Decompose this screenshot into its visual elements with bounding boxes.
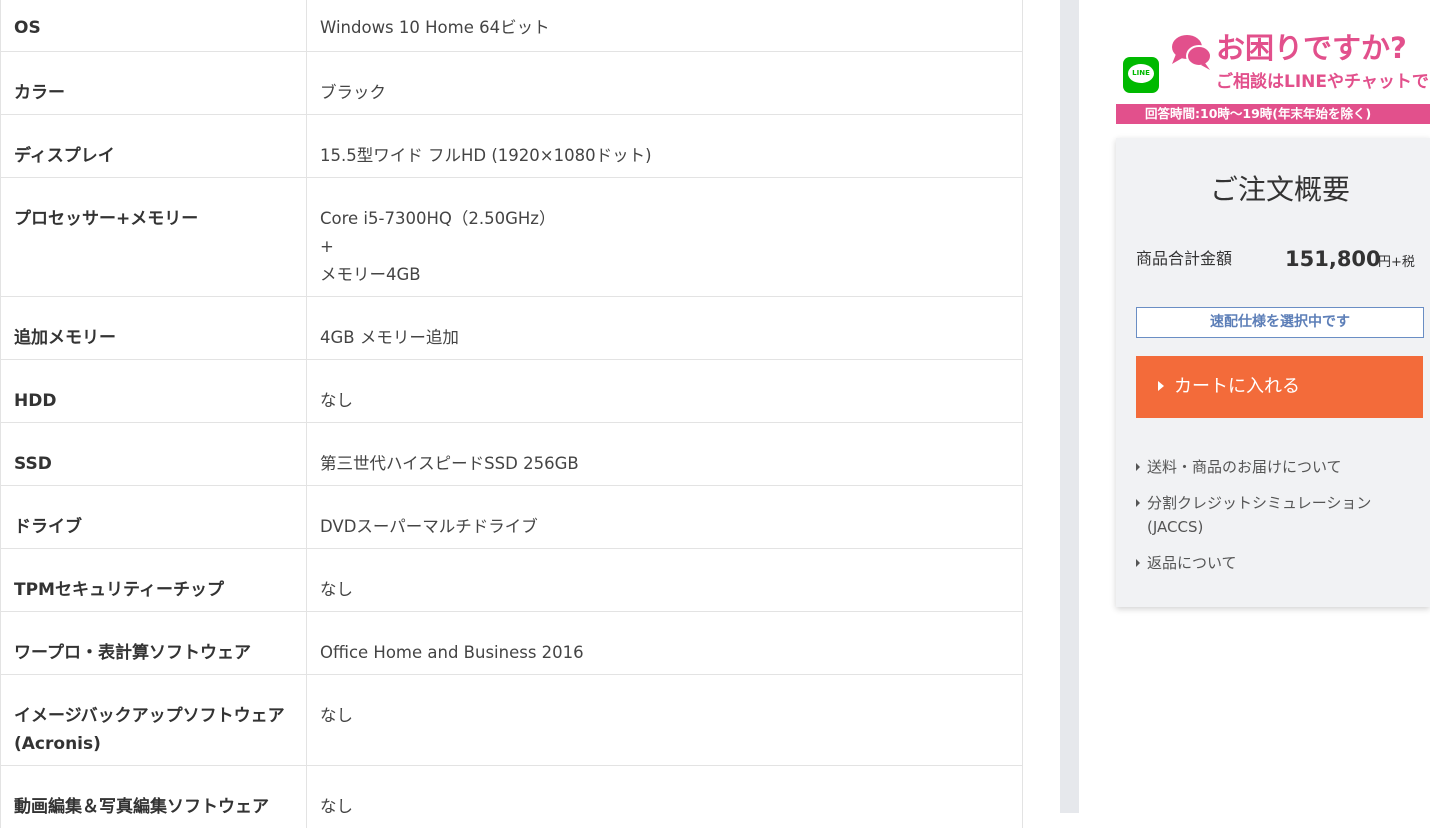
spec-label: イメージバックアップソフトウェア(Acronis) — [1, 675, 307, 765]
spec-value-line: なし — [320, 797, 353, 816]
spec-value-line: なし — [320, 391, 353, 410]
spec-label: SSD — [1, 423, 307, 485]
spec-label: 追加メモリー — [1, 297, 307, 359]
spec-row-extra-memory: 追加メモリー 4GB メモリー追加 — [1, 297, 1022, 360]
returns-info-link[interactable]: 返品について — [1136, 551, 1416, 575]
spec-row-hdd: HDD なし — [1, 360, 1022, 423]
spec-row-backup: イメージバックアップソフトウェア(Acronis) なし — [1, 675, 1022, 766]
add-to-cart-label: カートに入れる — [1174, 376, 1300, 397]
spec-row-drive: ドライブ DVDスーパーマルチドライブ — [1, 486, 1022, 549]
spec-row-processor: プロセッサー+メモリー Core i5-7300HQ（2.50GHz） + メモ… — [1, 178, 1022, 297]
spec-value: なし — [307, 549, 1022, 611]
order-summary-panel: ご注文概要 商品合計金額 151,800 円+税 速配仕様を選択中です カートに… — [1116, 138, 1430, 607]
caret-right-icon — [1136, 463, 1140, 471]
banner-hours: 回答時間:10時～19時(年末年始を除く) — [1116, 104, 1430, 124]
spec-value-line: なし — [320, 706, 353, 725]
spec-row-office: ワープロ・表計算ソフトウェア Office Home and Business … — [1, 612, 1022, 675]
total-label: 商品合計金額 — [1136, 249, 1233, 268]
spec-value-line: 4GB メモリー追加 — [320, 328, 459, 347]
spec-value: 4GB メモリー追加 — [307, 297, 1022, 359]
spec-label: ワープロ・表計算ソフトウェア — [1, 612, 307, 674]
spec-value-line: 第三世代ハイスピードSSD 256GB — [320, 454, 579, 473]
spec-row-color: カラー ブラック — [1, 52, 1022, 115]
express-spec-status[interactable]: 速配仕様を選択中です — [1136, 307, 1424, 338]
spec-table: OS Windows 10 Home 64ビット カラー ブラック ディスプレイ… — [0, 0, 1023, 828]
spec-value: Office Home and Business 2016 — [307, 612, 1022, 674]
spec-label: カラー — [1, 52, 307, 114]
spec-row-ssd: SSD 第三世代ハイスピードSSD 256GB — [1, 423, 1022, 486]
caret-right-icon — [1136, 559, 1140, 567]
spec-row-os: OS Windows 10 Home 64ビット — [1, 0, 1022, 52]
spec-row-tpm: TPMセキュリティーチップ なし — [1, 549, 1022, 612]
chat-bubbles-icon — [1172, 35, 1212, 70]
link-label: 返品について — [1147, 554, 1237, 572]
add-to-cart-button[interactable]: カートに入れる — [1136, 356, 1423, 418]
spec-label: ディスプレイ — [1, 115, 307, 177]
spec-value: 第三世代ハイスピードSSD 256GB — [307, 423, 1022, 485]
total-price: 151,800 — [1285, 247, 1381, 271]
spec-value: Core i5-7300HQ（2.50GHz） + メモリー4GB — [307, 178, 1022, 296]
line-logo-icon: LINE — [1123, 57, 1159, 93]
spec-value: DVDスーパーマルチドライブ — [307, 486, 1022, 548]
spec-value: ブラック — [307, 52, 1022, 114]
arrow-right-icon — [1158, 381, 1164, 391]
link-label: 分割クレジットシミュレーション(JACCS) — [1147, 494, 1372, 536]
spec-value-line: Core i5-7300HQ（2.50GHz） — [320, 209, 556, 228]
spec-label: TPMセキュリティーチップ — [1, 549, 307, 611]
spec-value-line: なし — [320, 580, 353, 599]
spec-label: OS — [1, 0, 307, 51]
caret-right-icon — [1136, 499, 1140, 507]
shipping-info-link[interactable]: 送料・商品のお届けについて — [1136, 455, 1416, 479]
banner-headline: お困りですか? — [1216, 31, 1407, 65]
spec-label: HDD — [1, 360, 307, 422]
spec-value-line: DVDスーパーマルチドライブ — [320, 517, 538, 536]
spec-value: なし — [307, 766, 1022, 828]
spec-value-line: メモリー4GB — [320, 265, 421, 284]
spec-row-video: 動画編集＆写真編集ソフトウェア なし — [1, 766, 1022, 828]
spec-value: なし — [307, 360, 1022, 422]
credit-simulation-link[interactable]: 分割クレジットシミュレーション(JACCS) — [1136, 491, 1416, 539]
spec-value-line: Office Home and Business 2016 — [320, 643, 584, 662]
spec-label: 動画編集＆写真編集ソフトウェア — [1, 766, 307, 828]
spec-label: ドライブ — [1, 486, 307, 548]
order-summary-title: ご注文概要 — [1209, 173, 1350, 206]
spec-value-line: 15.5型ワイド フルHD (1920×1080ドット) — [320, 146, 652, 165]
line-consult-banner[interactable]: LINE お困りですか? ご相談はLINEやチャットで 回答時間:10時～19時… — [1116, 24, 1430, 124]
spec-value: 15.5型ワイド フルHD (1920×1080ドット) — [307, 115, 1022, 177]
spec-value-line: ブラック — [320, 83, 386, 102]
banner-subline: ご相談はLINEやチャットで — [1216, 72, 1429, 92]
spec-value-line: Windows 10 Home 64ビット — [320, 18, 550, 37]
spec-value: なし — [307, 675, 1022, 765]
link-label: 送料・商品のお届けについて — [1147, 458, 1342, 476]
total-unit: 円+税 — [1378, 255, 1415, 270]
column-divider — [1060, 0, 1079, 813]
spec-row-display: ディスプレイ 15.5型ワイド フルHD (1920×1080ドット) — [1, 115, 1022, 178]
info-links: 送料・商品のお届けについて 分割クレジットシミュレーション(JACCS) 返品に… — [1136, 455, 1416, 587]
spec-label: プロセッサー+メモリー — [1, 178, 307, 296]
spec-value: Windows 10 Home 64ビット — [307, 0, 1022, 51]
spec-value-line: + — [320, 237, 334, 256]
